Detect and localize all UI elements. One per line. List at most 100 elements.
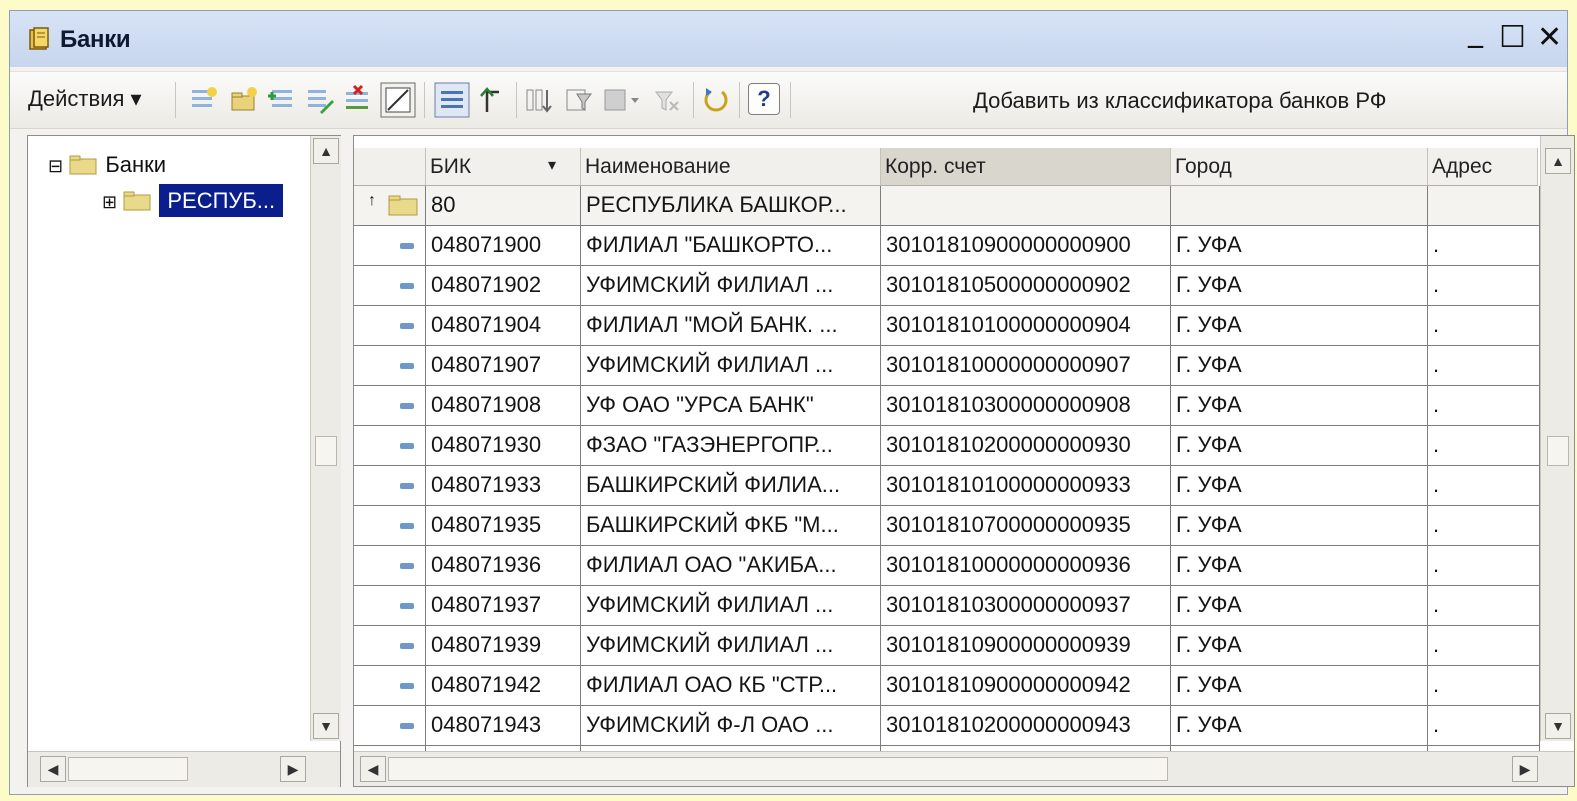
- cell-address[interactable]: .: [1428, 386, 1540, 426]
- expand-toggle-icon[interactable]: ⊞: [102, 192, 117, 212]
- cell-account[interactable]: [881, 186, 1171, 226]
- cell-address[interactable]: .: [1428, 346, 1540, 386]
- cell-address[interactable]: .: [1428, 626, 1540, 666]
- row-indicator[interactable]: [354, 346, 426, 386]
- column-header-address[interactable]: Адрес: [1428, 148, 1538, 186]
- row-indicator[interactable]: [354, 666, 426, 706]
- cell-account[interactable]: 30101810500000000902: [881, 266, 1171, 306]
- tree-horizontal-scrollbar[interactable]: ◀ ▶: [28, 751, 340, 787]
- cell-name[interactable]: ФИЛИАЛ "МОЙ БАНК. ...: [581, 306, 881, 346]
- row-indicator[interactable]: [354, 626, 426, 666]
- cell-account[interactable]: 30101810100000000933: [881, 466, 1171, 506]
- cell-bik[interactable]: 048071907: [426, 346, 581, 386]
- cell-name[interactable]: ФИЛИАЛ ОАО "АКИБА...: [581, 546, 881, 586]
- cell-account[interactable]: 30101810300000000908: [881, 386, 1171, 426]
- row-indicator[interactable]: [354, 546, 426, 586]
- scroll-left-icon[interactable]: ◀: [40, 756, 66, 782]
- cell-account[interactable]: 30101810700000000935: [881, 506, 1171, 546]
- row-indicator[interactable]: [354, 386, 426, 426]
- cell-address[interactable]: .: [1428, 546, 1540, 586]
- add-from-classifier-button[interactable]: Добавить из классификатора банков РФ: [973, 88, 1387, 114]
- sort-icon[interactable]: [523, 84, 555, 116]
- cell-city[interactable]: Г. УФА: [1171, 666, 1428, 706]
- cell-name[interactable]: УФИМСКИЙ ФИЛИАЛ ...: [581, 346, 881, 386]
- cell-city[interactable]: Г. УФА: [1171, 226, 1428, 266]
- cell-bik[interactable]: 048071939: [426, 626, 581, 666]
- cell-name[interactable]: РЕСПУБЛИКА БАШКОР...: [581, 186, 881, 226]
- cell-account[interactable]: 30101810200000000943: [881, 706, 1171, 746]
- cell-bik[interactable]: 048071935: [426, 506, 581, 546]
- copy-item-icon[interactable]: [266, 84, 298, 116]
- cell-account[interactable]: 30101810100000000904: [881, 306, 1171, 346]
- level-up-icon[interactable]: [477, 84, 509, 116]
- cell-city[interactable]: Г. УФА: [1171, 346, 1428, 386]
- cell-bik[interactable]: 048071908: [426, 386, 581, 426]
- tree-node-republic[interactable]: ⊞ РЕСПУБ...: [102, 184, 284, 217]
- cell-name[interactable]: БАШКИРСКИЙ ФИЛИА...: [581, 466, 881, 506]
- clear-filter-icon[interactable]: [650, 84, 682, 116]
- tree-node-root[interactable]: ⊟ Банки: [48, 152, 166, 178]
- row-indicator[interactable]: [354, 266, 426, 306]
- cell-account[interactable]: 30101810000000000936: [881, 546, 1171, 586]
- column-header-name[interactable]: Наименование: [581, 148, 881, 186]
- mark-delete-icon[interactable]: [342, 84, 374, 116]
- cell-bik[interactable]: 048071904: [426, 306, 581, 346]
- minimize-button[interactable]: _: [1468, 17, 1483, 47]
- cell-account[interactable]: 30101810200000000930: [881, 426, 1171, 466]
- tree-vertical-scrollbar[interactable]: ▲ ▼: [310, 136, 341, 741]
- cell-name[interactable]: УФИМСКИЙ Ф-Л ОАО ...: [581, 706, 881, 746]
- scroll-down-icon[interactable]: ▼: [313, 713, 339, 739]
- cell-name[interactable]: УФИМСКИЙ ФИЛИАЛ ...: [581, 586, 881, 626]
- actions-menu-button[interactable]: Действия ▾: [28, 86, 142, 112]
- cell-city[interactable]: Г. УФА: [1171, 626, 1428, 666]
- scroll-up-icon[interactable]: ▲: [1545, 148, 1571, 174]
- add-group-icon[interactable]: [228, 84, 260, 116]
- help-button[interactable]: ?: [748, 83, 780, 115]
- edit-item-icon[interactable]: [304, 84, 336, 116]
- cell-city[interactable]: Г. УФА: [1171, 466, 1428, 506]
- row-indicator[interactable]: [354, 226, 426, 266]
- cell-address[interactable]: [1428, 186, 1540, 226]
- cell-bik[interactable]: 048071930: [426, 426, 581, 466]
- cell-account[interactable]: 30101810000000000907: [881, 346, 1171, 386]
- cell-city[interactable]: Г. УФА: [1171, 266, 1428, 306]
- scroll-right-icon[interactable]: ▶: [280, 756, 306, 782]
- banks-table[interactable]: БИК ▾ Наименование Корр. счет Город Адре…: [353, 135, 1575, 787]
- column-header-city[interactable]: Город: [1171, 148, 1428, 186]
- cell-bik[interactable]: 048071933: [426, 466, 581, 506]
- grid-vertical-scrollbar[interactable]: ▲ ▼: [1540, 136, 1574, 741]
- row-indicator[interactable]: [354, 506, 426, 546]
- cell-bik[interactable]: 048071943: [426, 706, 581, 746]
- cell-name[interactable]: ФИЛИАЛ "БАШКОРТО...: [581, 226, 881, 266]
- column-header-account[interactable]: Корр. счет: [881, 148, 1171, 186]
- cell-name[interactable]: ФИЛИАЛ ОАО КБ "СТР...: [581, 666, 881, 706]
- refresh-icon[interactable]: [700, 84, 732, 116]
- cell-account[interactable]: 30101810300000000937: [881, 586, 1171, 626]
- maximize-button[interactable]: ☐: [1499, 23, 1526, 53]
- cell-city[interactable]: Г. УФА: [1171, 386, 1428, 426]
- cell-bik[interactable]: 048071902: [426, 266, 581, 306]
- cell-city[interactable]: Г. УФА: [1171, 586, 1428, 626]
- scroll-thumb[interactable]: [388, 757, 1168, 781]
- cell-account[interactable]: 30101810900000000900: [881, 226, 1171, 266]
- cell-city[interactable]: Г. УФА: [1171, 706, 1428, 746]
- cell-name[interactable]: УФИМСКИЙ ФИЛИАЛ ...: [581, 266, 881, 306]
- column-header-bik[interactable]: БИК ▾: [426, 148, 581, 186]
- scroll-left-icon[interactable]: ◀: [360, 756, 386, 782]
- cell-bik[interactable]: 048071936: [426, 546, 581, 586]
- cell-city[interactable]: Г. УФА: [1171, 506, 1428, 546]
- row-indicator[interactable]: [354, 466, 426, 506]
- cell-address[interactable]: .: [1428, 506, 1540, 546]
- row-indicator[interactable]: [354, 586, 426, 626]
- scroll-right-icon[interactable]: ▶: [1512, 756, 1538, 782]
- scroll-thumb[interactable]: [68, 757, 188, 781]
- cell-address[interactable]: .: [1428, 586, 1540, 626]
- cell-bik[interactable]: 048071942: [426, 666, 581, 706]
- cell-city[interactable]: Г. УФА: [1171, 426, 1428, 466]
- cell-bik[interactable]: 048071937: [426, 586, 581, 626]
- cell-city[interactable]: Г. УФА: [1171, 546, 1428, 586]
- scroll-up-icon[interactable]: ▲: [313, 138, 339, 164]
- cell-address[interactable]: .: [1428, 466, 1540, 506]
- filter-value-dropdown-icon[interactable]: [603, 84, 643, 116]
- close-button[interactable]: ✕: [1537, 23, 1562, 53]
